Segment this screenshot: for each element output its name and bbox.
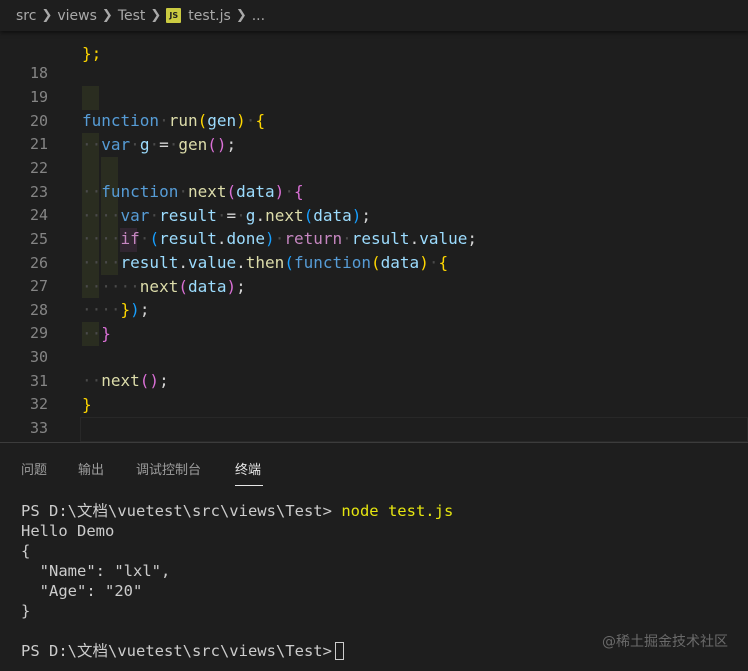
code-line: 31 } bbox=[0, 346, 748, 415]
breadcrumb-src[interactable]: src bbox=[16, 8, 36, 24]
code-line: 19 function·run(gen)·{ bbox=[0, 62, 748, 131]
active-tab-indicator bbox=[235, 485, 263, 486]
chevron-right-icon: ❯ bbox=[235, 8, 247, 23]
code-line: 32 bbox=[0, 369, 748, 413]
chevron-right-icon: ❯ bbox=[150, 8, 162, 23]
breadcrumb-file[interactable]: test.js bbox=[188, 8, 231, 24]
code-line: 30 ··next(); bbox=[0, 322, 748, 391]
terminal-command: node test.js bbox=[341, 502, 454, 520]
bottom-panel: 问题 输出 调试控制台 终端 PS D:\文档\vuetest\src\view… bbox=[0, 442, 748, 671]
terminal-prompt: PS D:\文档\vuetest\src\views\Test> bbox=[21, 642, 332, 660]
terminal-output-line: Hello Demo bbox=[21, 522, 115, 540]
tab-problems[interactable]: 问题 bbox=[21, 461, 47, 481]
code-line: 28 ··} bbox=[0, 275, 748, 344]
breadcrumb-test[interactable]: Test bbox=[118, 8, 146, 24]
breadcrumb-views[interactable]: views bbox=[57, 8, 97, 24]
terminal-prompt: PS D:\文档\vuetest\src\views\Test> bbox=[21, 502, 332, 520]
code-line: 18 bbox=[0, 38, 748, 82]
terminal-output-line: { bbox=[21, 542, 31, 560]
code-line: 22 ··function·next(data)·{ bbox=[0, 133, 748, 202]
chevron-right-icon: ❯ bbox=[101, 8, 113, 23]
tab-debug-console[interactable]: 调试控制台 bbox=[136, 461, 201, 481]
code-editor[interactable]: }; 18 19 function·run(gen)·{ 20 ··var·g·… bbox=[0, 31, 748, 442]
terminal-output-line: "Age": "20" bbox=[21, 582, 143, 600]
code-line: 24 ····if·(result.done)·return·result.va… bbox=[0, 180, 748, 249]
code-line: 33 run(gen); bbox=[0, 393, 748, 437]
tab-terminal[interactable]: 终端 bbox=[235, 461, 261, 481]
breadcrumb: src ❯ views ❯ Test ❯ JS test.js ❯ ... bbox=[0, 0, 748, 31]
terminal-output-line: } bbox=[21, 602, 31, 620]
chevron-right-icon: ❯ bbox=[41, 8, 53, 23]
terminal-input-line[interactable]: PS D:\文档\vuetest\src\views\Test> bbox=[21, 641, 344, 661]
tab-output[interactable]: 输出 bbox=[78, 461, 104, 481]
breadcrumb-more[interactable]: ... bbox=[252, 8, 265, 24]
code-line-current[interactable]: 34 bbox=[0, 417, 748, 441]
terminal-cursor bbox=[334, 642, 344, 660]
terminal-output-line: "Name": "lxl", bbox=[21, 562, 171, 580]
code-line: 20 ··var·g·=·gen(); bbox=[0, 86, 748, 155]
watermark: @稀土掘金技术社区 bbox=[602, 634, 728, 650]
panel-tabs: 问题 输出 调试控制台 终端 bbox=[0, 443, 748, 498]
terminal-line: PS D:\文档\vuetest\src\views\Test> node te… bbox=[21, 501, 453, 521]
javascript-file-icon: JS bbox=[166, 8, 182, 23]
code-line: 25 ····result.value.then(function(data)·… bbox=[0, 204, 748, 273]
code-line: 21 bbox=[0, 109, 748, 153]
code-line: 29 bbox=[0, 298, 748, 342]
code-line: 23 ····var·result·=·g.next(data); bbox=[0, 157, 748, 226]
code-line: 27 ····}); bbox=[0, 251, 748, 320]
code-line: 26 ······next(data); bbox=[0, 228, 748, 297]
